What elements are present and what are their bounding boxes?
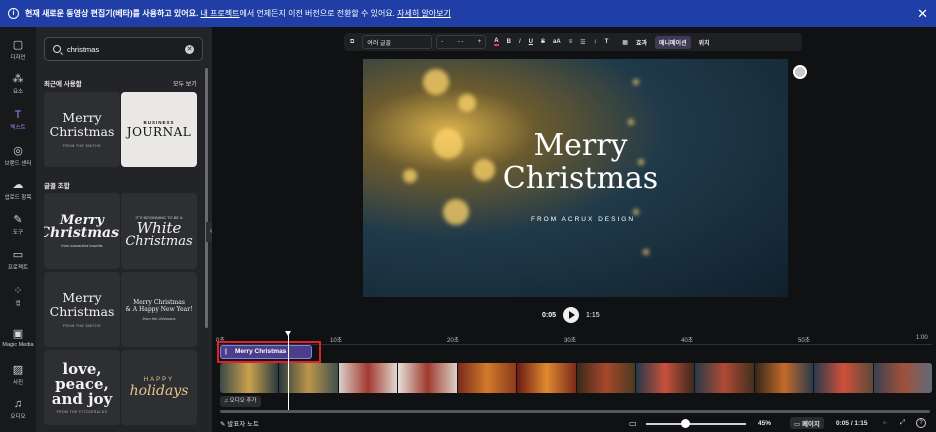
bottom-bar: ✎ 발표자 노트 ▭ 45% ▭ 페이지 0:05 / 1:15 ⁘ ⤢ ? bbox=[212, 414, 936, 432]
transparency-button[interactable]: ▦ bbox=[622, 39, 628, 46]
text-toolbar: ⧉ 여러 글꼴 -- - + A B I U S aA ≡ ☰ ↕ T ▦ 효과 … bbox=[344, 33, 802, 51]
banner-text-mid: 에서 언제든지 이전 버전으로 전환할 수 있어요. bbox=[239, 9, 395, 18]
side-rail: ▢ 디자인 ⁂ 요소 T 텍스트 ◎ 브랜드 센터 ☁ 업로드 항목 ✎ 도구 ▭ 프로젝트 … bbox=[0, 27, 36, 432]
search-icon bbox=[53, 45, 61, 53]
tile-combo-6[interactable]: HAPPY holidays bbox=[121, 350, 197, 425]
rail-elements[interactable]: ⁂ 요소 bbox=[0, 73, 36, 95]
bold-button[interactable]: B bbox=[507, 39, 511, 45]
playhead[interactable] bbox=[285, 331, 291, 411]
panel-scrollbar[interactable] bbox=[205, 68, 208, 328]
search-value: christmas bbox=[67, 44, 100, 54]
learn-more-link[interactable]: 자세히 알아보기 bbox=[397, 8, 451, 19]
recent-title: 최근에 사용함 bbox=[44, 81, 82, 88]
rail-text[interactable]: T 텍스트 bbox=[0, 109, 36, 131]
pen-icon: ✎ bbox=[13, 214, 23, 226]
tile-recent-1[interactable]: Merry Christmas FROM THE SMITHS bbox=[44, 92, 120, 167]
notification-banner: i 현재 새로운 동영상 편집기(베타)를 사용하고 있어요. 내 프로젝트 에… bbox=[0, 0, 936, 27]
play-button[interactable] bbox=[563, 307, 580, 323]
rail-design[interactable]: ▢ 디자인 bbox=[0, 39, 36, 61]
music-icon: ♫ bbox=[13, 398, 23, 410]
position-button[interactable]: 위치 bbox=[699, 38, 710, 47]
spacing-button[interactable]: ↕ bbox=[594, 39, 597, 45]
tile-combo-3[interactable]: Merry Christmas FROM THE SMITHS bbox=[44, 272, 120, 347]
rail-projects[interactable]: ▭ 프로젝트 bbox=[0, 249, 36, 271]
fullscreen-icon[interactable]: ⤢ bbox=[900, 419, 905, 427]
see-all-link[interactable]: 모두 보기 bbox=[173, 79, 197, 88]
tile-combo-5[interactable]: love, peace, and joy FROM THE FITZGERALD… bbox=[44, 350, 120, 425]
editor-area: ⧉ 여러 글꼴 -- - + A B I U S aA ≡ ☰ ↕ T ▦ 효과 … bbox=[212, 27, 936, 432]
my-projects-link[interactable]: 내 프로젝트 bbox=[200, 8, 239, 19]
info-icon: i bbox=[8, 8, 19, 19]
apps-icon: ⁘ bbox=[13, 285, 23, 297]
clear-icon[interactable]: ✕ bbox=[185, 45, 194, 54]
player-controls: 0:05 1:15 bbox=[542, 307, 600, 323]
tile-combo-2[interactable]: IT'S BEGINNING TO BE A White Christmas bbox=[121, 193, 197, 269]
help-icon[interactable]: ? bbox=[916, 418, 926, 428]
tile-combo-1[interactable]: Merry Christmas! from samantha howells bbox=[44, 193, 120, 269]
magic-media-icon: ▣ bbox=[12, 328, 24, 340]
tile-combo-4[interactable]: Merry Christmas & A Happy New Year! from… bbox=[121, 272, 197, 347]
effects-button[interactable]: 효과 bbox=[636, 38, 647, 47]
layout-icon: ▢ bbox=[12, 39, 24, 51]
photo-icon: ▨ bbox=[12, 364, 24, 376]
animate-button[interactable]: 애니메이션 bbox=[654, 35, 691, 49]
italic-button[interactable]: I bbox=[519, 39, 521, 45]
total-time: 1:15 bbox=[586, 311, 600, 319]
video-track[interactable] bbox=[220, 363, 932, 393]
folder-icon: ▭ bbox=[12, 249, 24, 261]
screen-icon[interactable]: ▭ bbox=[629, 419, 637, 428]
text-color-button[interactable]: A bbox=[494, 38, 499, 46]
zoom-level: 45% bbox=[758, 419, 772, 427]
rail-tools[interactable]: ✎ 도구 bbox=[0, 214, 36, 236]
rail-uploads[interactable]: ☁ 업로드 항목 bbox=[0, 179, 36, 201]
case-button[interactable]: aA bbox=[553, 39, 561, 45]
brand-icon: ◎ bbox=[13, 145, 23, 157]
rail-brand[interactable]: ◎ 브랜드 센터 bbox=[0, 145, 36, 167]
add-audio-button[interactable]: ♫ 오디오 추가 bbox=[220, 396, 261, 407]
underline-button[interactable]: U bbox=[529, 39, 533, 45]
canvas-title[interactable]: Merry Christmas bbox=[493, 129, 668, 195]
search-input[interactable]: christmas ✕ bbox=[44, 37, 203, 61]
current-time: 0:05 bbox=[542, 311, 557, 319]
font-size-stepper[interactable]: -- - + bbox=[436, 35, 487, 49]
close-icon[interactable]: ✕ bbox=[917, 6, 928, 22]
zoom-slider-knob[interactable] bbox=[681, 419, 690, 428]
list-button[interactable]: ☰ bbox=[580, 39, 585, 46]
cloud-upload-icon: ☁ bbox=[12, 179, 24, 191]
banner-text: 현재 새로운 동영상 편집기(베타)를 사용하고 있어요. bbox=[25, 9, 199, 18]
zoom-slider[interactable] bbox=[646, 423, 746, 425]
time-display: 0:05 / 1:15 bbox=[836, 419, 868, 427]
text-icon: T bbox=[14, 109, 22, 121]
rail-magic-media[interactable]: ▣ Magic Media bbox=[0, 328, 36, 348]
layout-toggle-icon[interactable]: ⧉ bbox=[350, 39, 354, 46]
timeline-scrollbar[interactable] bbox=[220, 410, 930, 413]
notes-button[interactable]: ✎ 발표자 노트 bbox=[220, 418, 259, 428]
rail-photos[interactable]: ▨ 사진 bbox=[0, 364, 36, 386]
timeline-ruler[interactable]: 0초 10초 20초 30초 40초 50초 1:00 bbox=[216, 333, 932, 345]
vertical-text-button[interactable]: T bbox=[605, 39, 609, 45]
elements-icon: ⁂ bbox=[12, 73, 24, 85]
font-select[interactable]: 여러 글꼴 bbox=[362, 35, 433, 49]
video-canvas[interactable]: Merry Christmas FROM ACRUX DESIGN bbox=[363, 59, 788, 297]
tile-recent-2[interactable]: BUSINESS JOURNAL bbox=[121, 92, 197, 167]
rail-audio[interactable]: ♫ 오디오 bbox=[0, 398, 36, 420]
grid-icon[interactable]: ⁘ bbox=[882, 419, 887, 427]
strikethrough-button[interactable]: S bbox=[541, 39, 545, 45]
rail-apps[interactable]: ⁘ 앱 bbox=[0, 285, 36, 307]
selection-highlight bbox=[217, 341, 321, 363]
pages-button[interactable]: ▭ 페이지 bbox=[790, 417, 824, 429]
combo-title: 글꼴 조합 bbox=[44, 183, 70, 190]
avatar[interactable] bbox=[793, 65, 807, 79]
text-panel: christmas ✕ 최근에 사용함 모두 보기 Merry Christma… bbox=[36, 27, 212, 432]
align-button[interactable]: ≡ bbox=[569, 39, 573, 45]
canvas-subtitle[interactable]: FROM ACRUX DESIGN bbox=[513, 216, 653, 223]
